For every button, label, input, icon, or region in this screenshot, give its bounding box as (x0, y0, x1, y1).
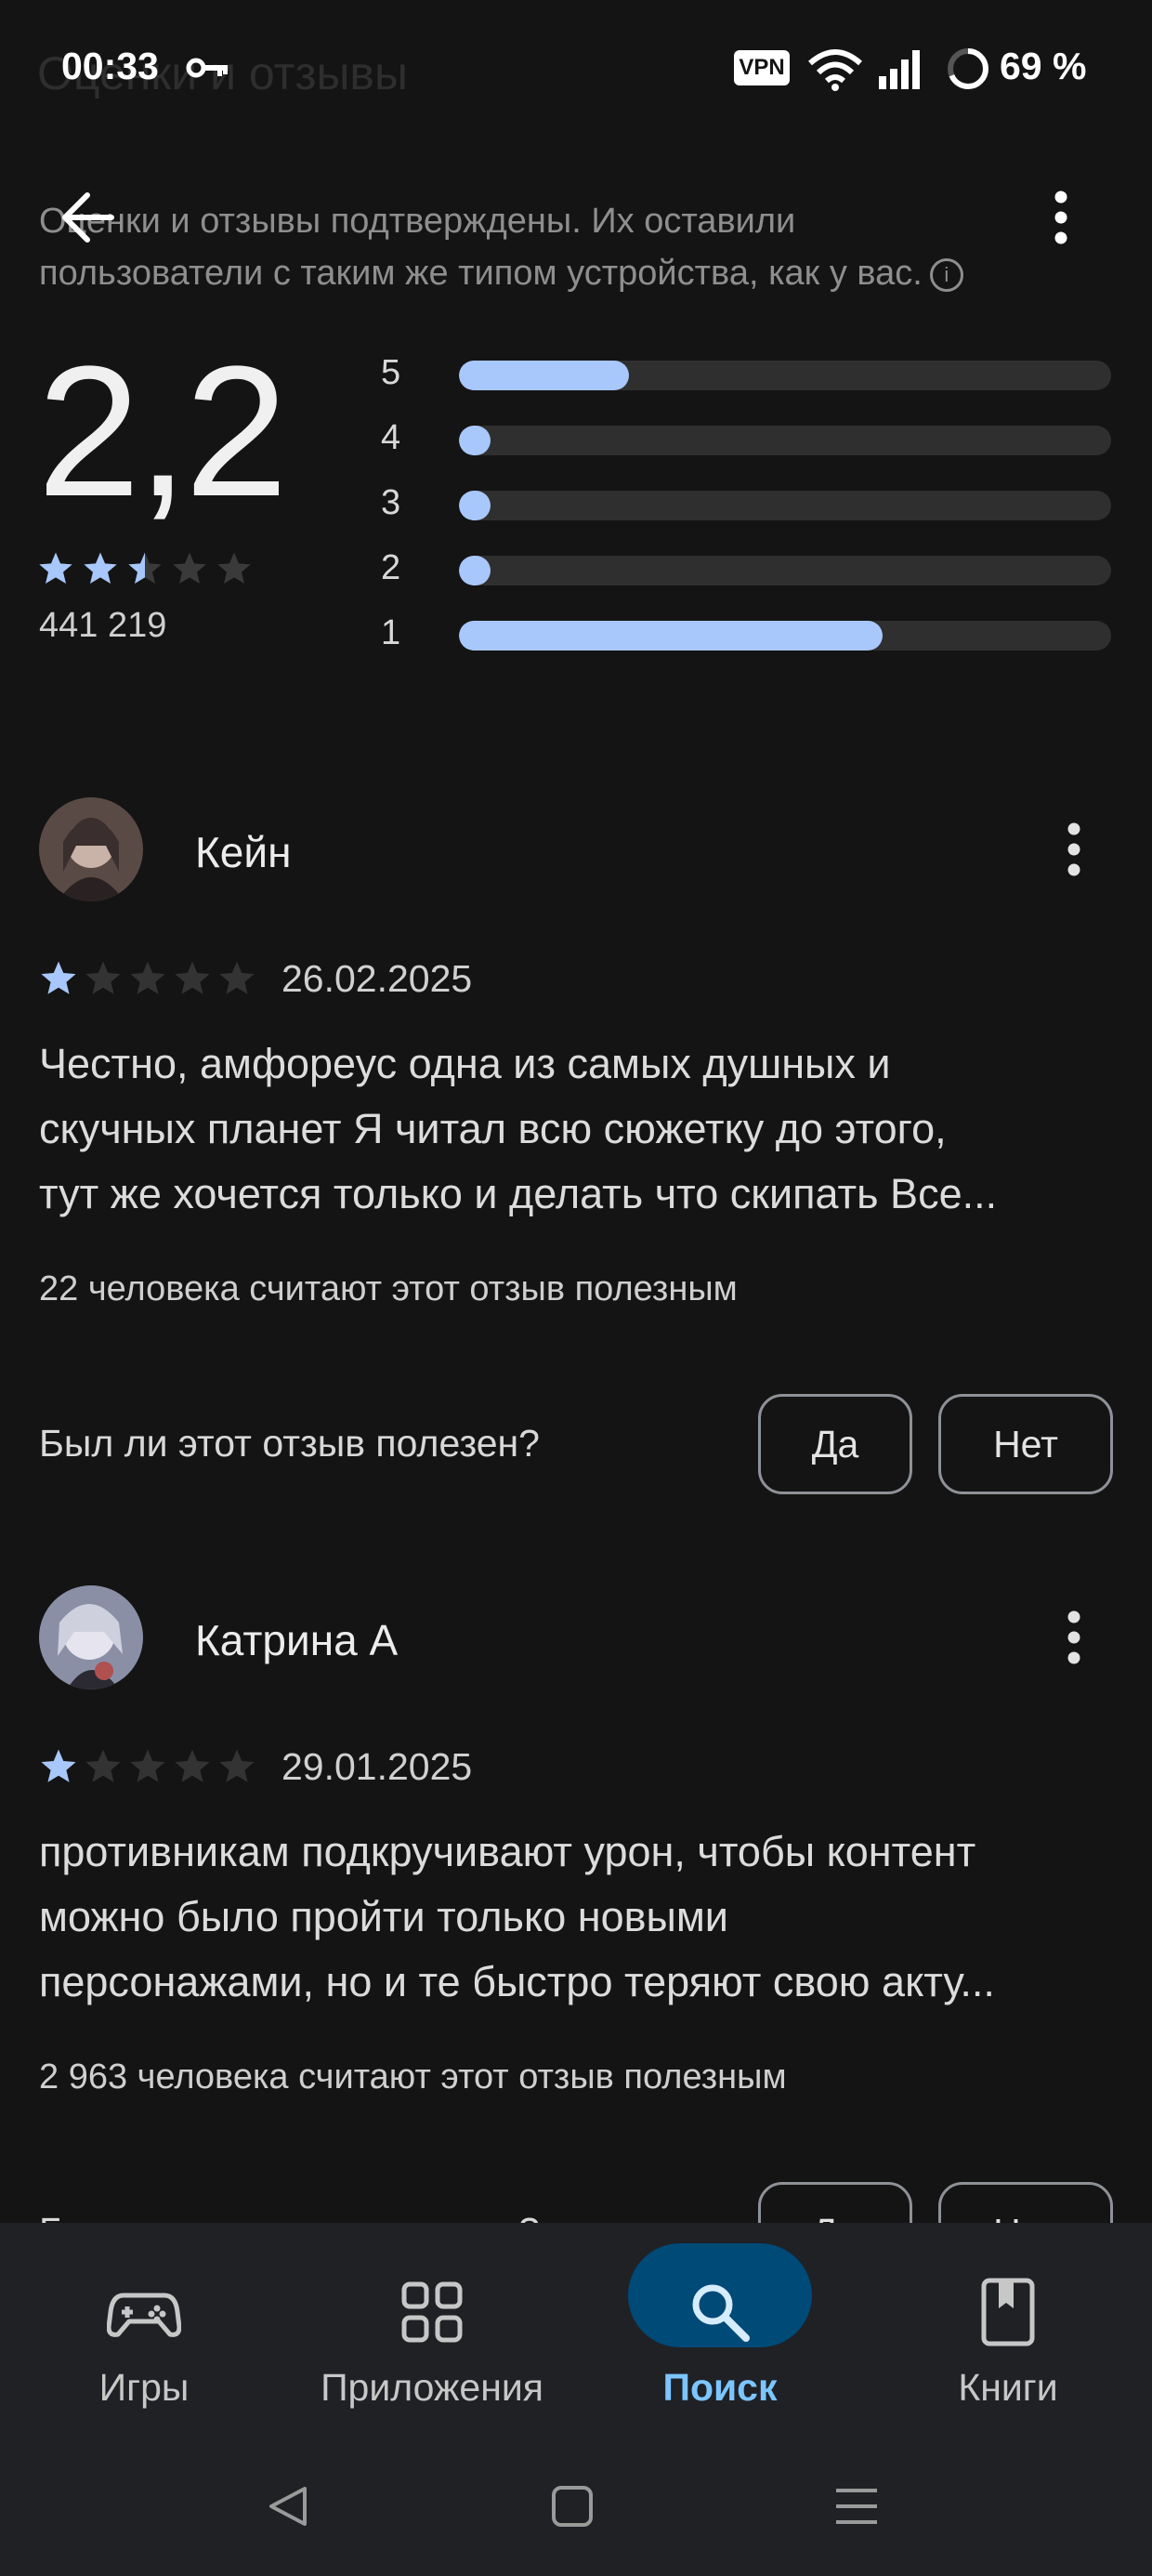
system-home-icon[interactable] (526, 2446, 619, 2567)
nav-item-books[interactable]: Книги (864, 2223, 1152, 2446)
nav-item-search[interactable]: Поиск (576, 2223, 864, 2446)
review-more-icon[interactable] (1055, 816, 1093, 883)
histogram-bar (459, 556, 491, 585)
system-menu-icon[interactable] (810, 2446, 903, 2567)
star-icon (219, 961, 255, 994)
helpful-yes-button[interactable]: Да (758, 2182, 912, 2228)
star-icon (39, 552, 72, 584)
apps-grid-icon (401, 2281, 463, 2343)
nav-label: Поиск (662, 2366, 778, 2409)
histogram-row: 1 (381, 613, 1115, 654)
star-icon (41, 1749, 76, 1782)
helpful-no-button[interactable]: Нет (938, 1394, 1113, 1494)
more-options-icon[interactable] (1033, 184, 1089, 251)
status-time: 00:33 (61, 45, 159, 87)
review-text-line: тут же хочется только и делать что скипа… (39, 1170, 998, 1217)
review-text-line: противникам подкручивают урон, чтобы кон… (39, 1828, 976, 1875)
rating-count: 441 219 (39, 606, 167, 645)
star-icon (130, 961, 165, 994)
review-card: Катрина А 29.01.2025 противникам подкруч… (0, 1559, 1152, 2228)
histogram-track (459, 426, 1111, 455)
nav-label: Приложения (321, 2366, 543, 2409)
histogram-label: 5 (381, 353, 401, 392)
verification-notice: Оценки и отзывы подтверждены. Их оставил… (39, 195, 1107, 299)
avatar[interactable] (39, 797, 143, 901)
review-date: 29.01.2025 (281, 1745, 473, 1788)
star-icon (219, 1749, 255, 1782)
histogram-bar (459, 491, 491, 520)
histogram-bar (459, 361, 629, 390)
histogram-row: 4 (381, 418, 1115, 459)
nav-item-games[interactable]: Игры (0, 2223, 288, 2446)
average-rating: 2,2 (37, 328, 288, 535)
battery-percent: 69 % (1000, 45, 1087, 87)
avatar[interactable] (39, 1585, 143, 1689)
notice-line-2: пользователи с таким же типом устройства… (39, 254, 923, 293)
review-author: Катрина А (195, 1616, 399, 1664)
signal-icon (879, 50, 920, 89)
helpful-no-button[interactable]: Нет (938, 2182, 1113, 2228)
star-icon (85, 961, 121, 994)
summary-star-rating (37, 550, 253, 592)
histogram-label: 1 (381, 613, 401, 652)
review-text-line: Честно, амфореус одна из самых душных и (39, 1040, 891, 1087)
review-star-rating (39, 959, 256, 1003)
notice-line-1: Оценки и отзывы подтверждены. Их оставил… (39, 202, 796, 241)
histogram-row: 2 (381, 548, 1115, 589)
review-card: Кейн 26.02.2025 Честно, амфореус одна из… (0, 771, 1152, 1533)
system-back-icon[interactable] (240, 2446, 333, 2567)
histogram-label: 2 (381, 548, 401, 587)
histogram-track (459, 621, 1111, 651)
star-icon (175, 961, 210, 994)
review-star-rating (39, 1747, 256, 1791)
star-icon (85, 1749, 121, 1782)
vpn-icon: VPN (734, 50, 790, 85)
star-icon (217, 552, 251, 584)
status-bar: Оценки и отзывы 00:33 VPN 69 % (0, 0, 1152, 139)
nav-label: Книги (958, 2366, 1058, 2409)
histogram-label: 4 (381, 418, 401, 457)
helpful-count: 22 человека считают этот отзыв полезным (39, 1269, 738, 1308)
star-icon (173, 552, 206, 584)
search-icon (692, 2284, 750, 2342)
histogram-row: 5 (381, 353, 1115, 394)
star-icon (84, 552, 117, 584)
histogram-row: 3 (381, 483, 1115, 524)
book-icon (981, 2278, 1035, 2346)
star-icon (175, 1749, 210, 1782)
review-text-line: персонажами, но и те быстро теряют свою … (39, 1958, 995, 2005)
back-arrow-icon[interactable] (56, 184, 123, 251)
histogram-bar (459, 426, 491, 455)
review-more-icon[interactable] (1055, 1604, 1093, 1671)
histogram-track (459, 556, 1111, 585)
star-icon (128, 552, 162, 585)
star-icon (41, 961, 76, 994)
review-text-line: скучных планет Я читал всю сюжетку до эт… (39, 1105, 947, 1152)
review-author: Кейн (195, 828, 292, 876)
gamepad-icon (107, 2293, 181, 2337)
helpful-question: Был ли этот отзыв полезен? (39, 1422, 540, 1465)
star-icon (130, 1749, 165, 1782)
bottom-navigation: Игры Приложения Поиск Книги (0, 2223, 1152, 2576)
info-icon[interactable]: i (929, 257, 963, 292)
nav-label: Игры (98, 2366, 190, 2409)
review-text[interactable]: Честно, амфореус одна из самых душных и … (39, 1032, 1126, 1227)
helpful-yes-button[interactable]: Да (758, 1394, 912, 1494)
histogram-bar (459, 621, 884, 651)
review-date: 26.02.2025 (281, 957, 473, 1000)
histogram-label: 3 (381, 483, 401, 522)
helpful-count: 2 963 человека считают этот отзыв полезн… (39, 2057, 787, 2096)
review-text-line: можно было пройти только новыми (39, 1893, 728, 1940)
key-icon (186, 58, 228, 78)
histogram-track (459, 491, 1111, 520)
histogram-track (459, 361, 1111, 390)
review-text[interactable]: противникам подкручивают урон, чтобы кон… (39, 1820, 1126, 2015)
battery-ring-icon (948, 48, 988, 89)
wifi-icon (808, 49, 862, 91)
nav-item-apps[interactable]: Приложения (288, 2223, 576, 2446)
